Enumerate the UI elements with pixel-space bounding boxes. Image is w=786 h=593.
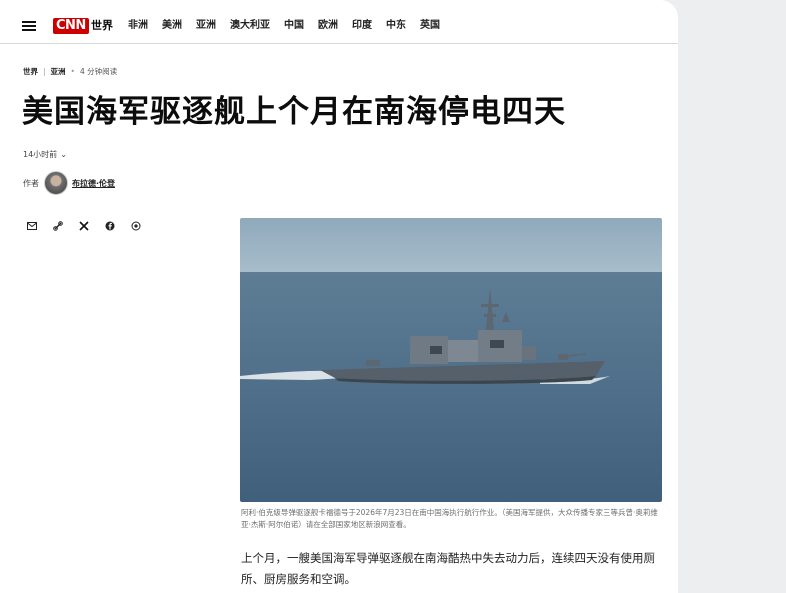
- breadcrumb: 世界 | 亚洲 • 4 分钟阅读: [23, 66, 117, 77]
- hamburger-icon[interactable]: [22, 21, 36, 31]
- nav-item-africa[interactable]: 非洲: [128, 18, 148, 34]
- author-name[interactable]: 布拉德·伦登: [72, 178, 115, 189]
- breadcrumb-subsection[interactable]: 亚洲: [51, 66, 66, 77]
- email-icon[interactable]: [25, 221, 39, 235]
- photo-caption: 阿利·伯克级导弹驱逐舰卡福德号于2026年7月23日在南中国海执行航行作业。（美…: [241, 508, 658, 529]
- top-navigation: CNN 世界 非洲 美洲 亚洲 澳大利亚 中国 欧洲 印度 中东 英国: [0, 0, 678, 44]
- article-page: CNN 世界 非洲 美洲 亚洲 澳大利亚 中国 欧洲 印度 中东 英国 世界 |…: [0, 0, 678, 593]
- cnn-logo[interactable]: CNN: [53, 18, 89, 34]
- nav-item-uk[interactable]: 英国: [420, 18, 440, 34]
- article-photo[interactable]: [240, 218, 662, 502]
- timestamp-text: 14小时前: [23, 150, 58, 159]
- breadcrumb-section[interactable]: 世界: [23, 66, 38, 77]
- author-avatar[interactable]: [44, 171, 68, 195]
- read-time: 4 分钟阅读: [79, 67, 118, 76]
- chevron-down-icon[interactable]: ⌄: [60, 150, 67, 159]
- copy-icon[interactable]: [129, 221, 143, 235]
- nav-item-india[interactable]: 印度: [352, 18, 372, 34]
- x-icon[interactable]: [77, 221, 91, 235]
- article-body-paragraph: 上个月，一艘美国海军导弹驱逐舰在南海酷热中失去动力后，连续四天没有使用厕所、厨房…: [241, 551, 655, 586]
- destroyer-ship-image: [240, 218, 662, 502]
- nav-item-europe[interactable]: 欧洲: [318, 18, 338, 34]
- nav-items: 非洲 美洲 亚洲 澳大利亚 中国 欧洲 印度 中东 英国: [128, 18, 454, 34]
- nav-item-china[interactable]: 中国: [284, 18, 304, 34]
- article-timestamp[interactable]: 14小时前 ⌄: [23, 149, 67, 160]
- article-headline: 美国海军驱逐舰上个月在南海停电四天: [22, 94, 566, 130]
- nav-item-australia[interactable]: 澳大利亚: [230, 18, 270, 34]
- share-bar: [25, 221, 155, 235]
- edition-label[interactable]: 世界: [91, 18, 113, 34]
- link-icon[interactable]: [51, 221, 65, 235]
- byline-prefix: 作者: [23, 178, 39, 188]
- nav-item-americas[interactable]: 美洲: [162, 18, 182, 34]
- breadcrumb-separator-icon: |: [43, 67, 46, 76]
- nav-item-middle-east[interactable]: 中东: [386, 18, 406, 34]
- breadcrumb-dot-icon: •: [70, 67, 75, 76]
- facebook-icon[interactable]: [103, 221, 117, 235]
- nav-item-asia[interactable]: 亚洲: [196, 18, 216, 34]
- byline: 作者 布拉德·伦登: [23, 171, 115, 195]
